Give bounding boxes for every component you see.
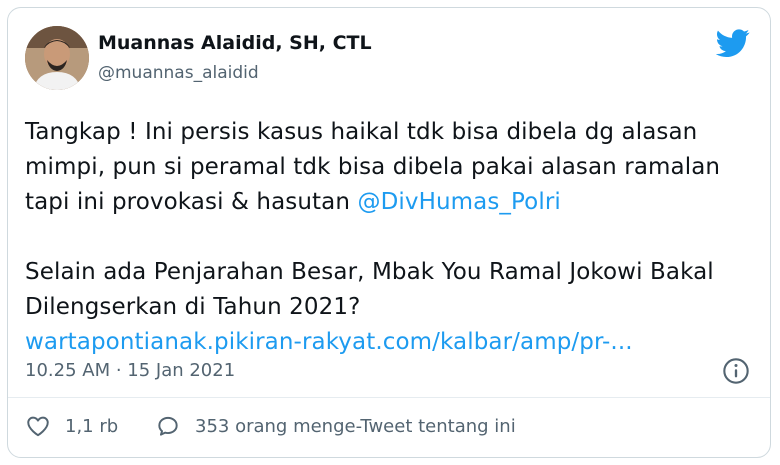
tweet-text-line: mimpi, pun si peramal tdk bisa dibela pa… (25, 154, 721, 180)
like-count: 1,1 rb (65, 415, 119, 437)
twitter-bird-icon[interactable] (716, 26, 750, 60)
retweet-info-button[interactable]: 353 orang menge-Tweet tentang ini (155, 413, 516, 439)
avatar[interactable] (25, 26, 89, 90)
avatar-photo (25, 26, 89, 90)
like-button[interactable]: 1,1 rb (25, 413, 118, 439)
tweet-text-line: Selain ada Penjarahan Besar, Mbak You Ra… (25, 259, 714, 285)
tweet-timestamp[interactable]: 10.25 AM · 15 Jan 2021 (25, 360, 235, 381)
retweet-count-text: 353 orang menge-Tweet tentang ini (195, 415, 516, 437)
tweet-card: Muannas Alaidid, SH, CTL @muannas_alaidi… (7, 7, 771, 458)
divider (8, 397, 770, 398)
tweet-text-segment: tapi ini provokasi & hasutan (25, 189, 358, 215)
speech-bubble-icon (158, 416, 178, 436)
article-link[interactable]: wartapontianak.pikiran-rakyat.com/kalbar… (25, 325, 755, 360)
tweet-text-line: Tangkap ! Ini persis kasus haikal tdk bi… (25, 119, 698, 145)
author-name[interactable]: Muannas Alaidid, SH, CTL (98, 32, 372, 54)
author-handle[interactable]: @muannas_alaidid (98, 63, 259, 83)
tweet-text-line: tapi ini provokasi & hasutan @DivHumas_P… (25, 185, 755, 220)
tweet-text: Tangkap ! Ini persis kasus haikal tdk bi… (25, 115, 755, 360)
tweet-text-line: Dilengserkan di Tahun 2021? (25, 294, 361, 320)
info-icon[interactable] (722, 357, 750, 385)
heart-icon (27, 416, 49, 437)
mention-link[interactable]: @DivHumas_Polri (357, 189, 560, 215)
